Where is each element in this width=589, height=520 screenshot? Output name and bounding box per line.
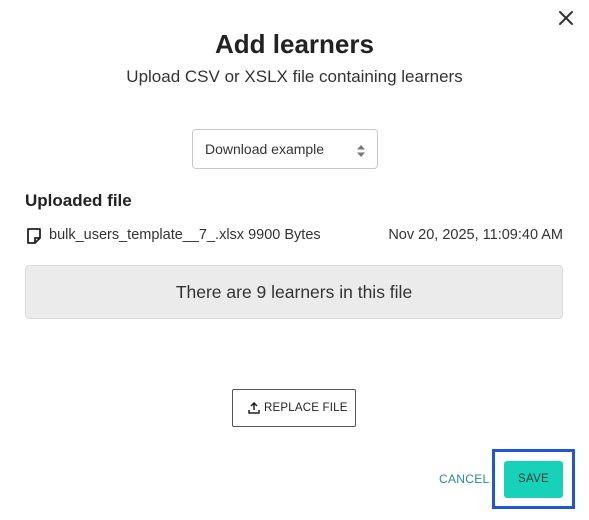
replace-file-label: REPLACE FILE	[264, 402, 348, 414]
cancel-button[interactable]: CANCEL	[439, 472, 489, 486]
file-upload-date: Nov 20, 2025, 11:09:40 AM	[388, 227, 563, 243]
file-name: bulk_users_template__7_.xlsx 9900 Bytes	[49, 227, 321, 243]
file-icon	[27, 228, 41, 244]
learner-count-banner: There are 9 learners in this file	[25, 265, 563, 319]
download-example-label: Download example	[205, 141, 325, 157]
download-example-select[interactable]: Download example	[192, 129, 378, 169]
uploaded-file-heading: Uploaded file	[25, 191, 132, 210]
close-icon	[559, 11, 573, 25]
close-button[interactable]	[555, 7, 577, 29]
add-learners-dialog: Add learners Upload CSV or XSLX file con…	[0, 0, 589, 520]
uploaded-file-row: bulk_users_template__7_.xlsx 9900 Bytes …	[25, 225, 563, 247]
dialog-subtitle: Upload CSV or XSLX file containing learn…	[126, 67, 463, 86]
dialog-title: Add learners	[215, 29, 374, 59]
save-button[interactable]: SAVE	[504, 461, 563, 498]
upload-icon	[248, 402, 260, 414]
sort-arrows-icon	[357, 145, 365, 157]
replace-file-button[interactable]: REPLACE FILE	[232, 389, 356, 427]
